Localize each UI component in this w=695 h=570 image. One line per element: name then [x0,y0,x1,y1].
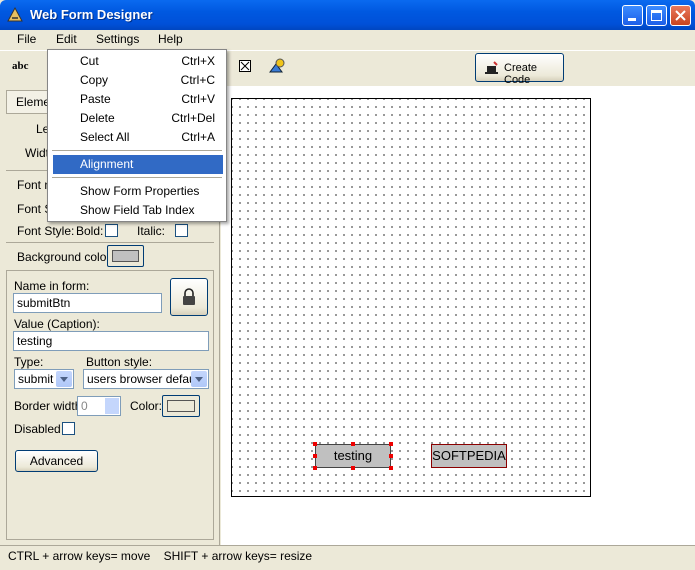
menu-item-shortcut: Ctrl+X [181,54,215,68]
font-name-label: Font n [17,178,52,192]
disabled-label: Disabled [14,422,61,436]
menu-item-label: Show Field Tab Index [80,203,195,217]
resize-handle[interactable] [313,454,317,458]
menu-item-paste[interactable]: Paste Ctrl+V [49,90,225,109]
advanced-button[interactable]: Advanced [15,450,98,472]
window-title: Web Form Designer [30,7,153,22]
disabled-checkbox[interactable] [62,422,75,435]
image-tool-icon[interactable] [268,58,286,74]
menu-item-copy[interactable]: Copy Ctrl+C [49,71,225,90]
menu-item-label: Select All [80,130,130,144]
type-select[interactable]: submit [14,369,74,389]
lock-icon [183,288,195,305]
menu-item-label: Show Form Properties [80,184,200,198]
background-color-swatch[interactable] [107,245,144,267]
close-icon [675,10,686,21]
width-label: Widt [25,146,49,160]
border-width-spinner[interactable]: 0 [77,396,121,416]
menu-edit[interactable]: Edit [56,32,77,46]
close-button[interactable] [670,5,691,26]
border-width-value: 0 [81,399,88,413]
menu-item-alignment[interactable]: Alignment [53,155,223,174]
button-style-label: Button style: [86,355,153,369]
lock-button[interactable] [170,278,208,316]
menu-settings[interactable]: Settings [96,32,139,46]
type-label: Type: [14,355,44,369]
divider [6,242,214,243]
minimize-button[interactable] [622,5,643,26]
checkbox-tool-icon[interactable] [239,60,252,73]
create-code-button[interactable]: Create Code [475,53,564,86]
button-style-value: users browser default [87,372,202,386]
resize-handle[interactable] [389,466,393,470]
form-button-testing[interactable]: testing [315,444,391,468]
magic-hat-icon [485,61,498,74]
chevron-down-icon [191,371,207,387]
menu-item-shortcut: Ctrl+C [180,73,215,87]
menu-item-label: Alignment [80,157,134,171]
menu-separator [52,150,222,151]
menu-item-shortcut: Ctrl+V [181,92,215,106]
form-design-surface[interactable] [231,98,591,497]
italic-checkbox[interactable] [175,224,188,237]
menu-file[interactable]: File [17,32,36,46]
name-in-form-label: Name in form: [14,279,90,293]
bold-label: Bold: [76,224,104,238]
menu-separator [52,177,222,178]
text-tool-button[interactable]: abc [12,60,29,72]
border-width-label: Border width: [14,399,85,413]
menu-item-label: Delete [80,111,115,125]
menu-item-show-form-properties[interactable]: Show Form Properties [49,182,225,201]
menu-item-cut[interactable]: Cut Ctrl+X [49,52,225,71]
form-button-softpedia[interactable]: SOFTPEDIA [431,444,507,468]
menu-item-shortcut: Ctrl+Del [171,111,215,125]
edit-menu: Cut Ctrl+X Copy Ctrl+C Paste Ctrl+V Delete C… [47,49,227,222]
name-in-form-input[interactable]: submitBtn [13,293,162,313]
value-caption-label: Value (Caption): [14,317,100,331]
border-color-swatch[interactable] [162,395,200,417]
menu-item-shortcut: Ctrl+A [181,130,215,144]
color-label: Color: [130,399,163,413]
menu-item-delete[interactable]: Delete Ctrl+Del [49,109,225,128]
menu-item-label: Paste [80,92,111,106]
menu-help[interactable]: Help [158,32,183,46]
type-select-value: submit [18,372,54,386]
status-text: CTRL + arrow keys= move SHIFT + arrow ke… [8,549,313,563]
maximize-button[interactable] [646,5,667,26]
value-caption-input[interactable]: testing [13,331,209,351]
element-label: Eleme [16,95,51,109]
resize-handle[interactable] [313,466,317,470]
chevron-down-icon [56,371,72,387]
font-style-label: Font Style: [17,224,75,238]
menu-item-label: Cut [80,54,99,68]
background-color-label: Background color: [17,250,114,264]
create-code-label: Create Code [504,62,538,86]
italic-label: Italic: [137,224,166,238]
resize-handle[interactable] [313,442,317,446]
bold-checkbox[interactable] [105,224,118,237]
button-style-select[interactable]: users browser default [83,369,209,389]
resize-handle[interactable] [351,442,355,446]
app-icon [7,6,23,22]
spinner-arrows-icon [105,398,119,414]
resize-handle[interactable] [351,466,355,470]
menu-item-select-all[interactable]: Select All Ctrl+A [49,128,225,147]
resize-handle[interactable] [389,442,393,446]
resize-handle[interactable] [389,454,393,458]
menu-item-label: Copy [80,73,109,87]
menu-item-show-field-tab-index[interactable]: Show Field Tab Index [49,201,225,220]
